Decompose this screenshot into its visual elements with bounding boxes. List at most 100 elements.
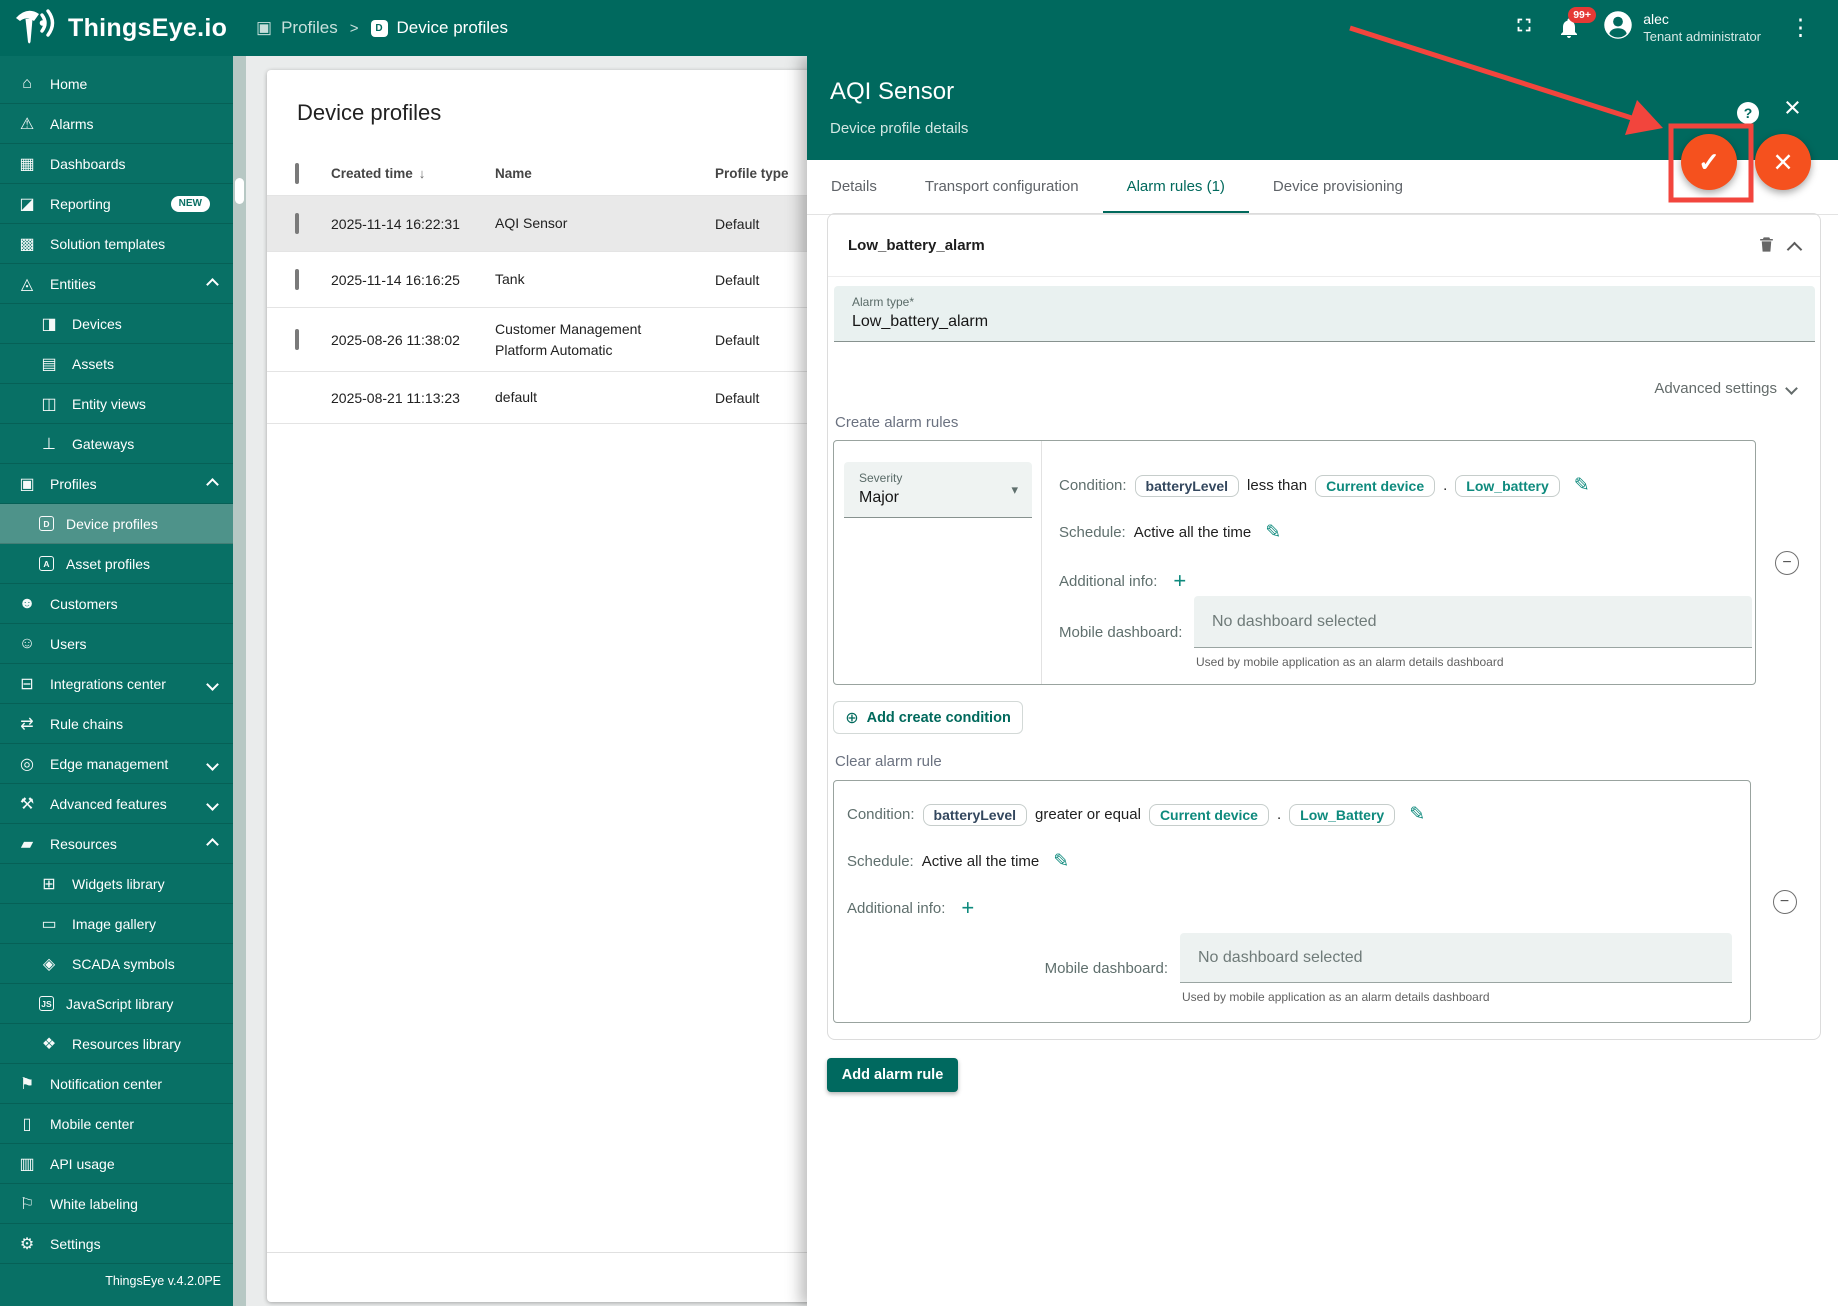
image-gallery-icon: ▭: [39, 914, 59, 934]
edit-schedule-icon[interactable]: ✎: [1265, 521, 1281, 544]
chevron-down-icon: [208, 676, 223, 692]
apply-changes-button[interactable]: ✓: [1681, 134, 1737, 190]
drawer-title: AQI Sensor: [830, 78, 954, 106]
add-create-condition-button[interactable]: ⊕ Add create condition: [833, 701, 1023, 734]
sidebar-item-resources[interactable]: ▰Resources: [0, 824, 233, 864]
edit-schedule-icon[interactable]: ✎: [1053, 850, 1069, 873]
row-checkbox[interactable]: [295, 329, 299, 350]
circle-plus-icon: ⊕: [845, 708, 858, 728]
sidebar-item-widgets-library[interactable]: ⊞Widgets library: [0, 864, 233, 904]
sidebar-item-solution-templates[interactable]: ▩Solution templates: [0, 224, 233, 264]
scrollbar-thumb[interactable]: [235, 178, 244, 204]
row-checkbox[interactable]: [295, 213, 299, 234]
sidebar-item-api-usage[interactable]: ▥API usage: [0, 1144, 233, 1184]
sidebar-item-white-labeling[interactable]: ⚐White labeling: [0, 1184, 233, 1224]
condition-key-chip[interactable]: batteryLevel: [1135, 475, 1239, 497]
add-alarm-rule-button[interactable]: Add alarm rule: [827, 1058, 958, 1092]
alarm-name: Low_battery_alarm: [848, 237, 985, 254]
top-header-bar: ThingsEye.io ▣ Profiles > D Device profi…: [0, 0, 1838, 56]
create-alarm-rules-label: Create alarm rules: [835, 414, 958, 431]
sidebar-item-scada-symbols[interactable]: ◈SCADA symbols: [0, 944, 233, 984]
sidebar-item-integrations-center[interactable]: ⊟Integrations center: [0, 664, 233, 704]
breadcrumb-profiles-link[interactable]: ▣ Profiles: [256, 18, 338, 38]
mobile-dashboard-row: Mobile dashboard: No dashboard selected …: [847, 933, 1750, 1004]
sidebar-item-assets[interactable]: ▤Assets: [0, 344, 233, 384]
sidebar-item-device-profiles[interactable]: DDevice profiles: [0, 504, 233, 544]
remove-create-rule-button[interactable]: −: [1775, 551, 1799, 575]
column-created-time[interactable]: Created time↓: [331, 166, 495, 181]
discard-changes-button[interactable]: ×: [1755, 134, 1811, 190]
add-info-icon[interactable]: +: [1173, 568, 1186, 594]
kebab-menu-icon[interactable]: ⋮: [1783, 16, 1818, 39]
advanced-settings-toggle[interactable]: Advanced settings: [1654, 380, 1796, 397]
breadcrumb-device-profiles[interactable]: D Device profiles: [371, 18, 509, 38]
user-role: Tenant administrator: [1643, 29, 1761, 46]
additional-info-row: Additional info: +: [1059, 568, 1755, 594]
collapse-alarm-icon[interactable]: [1789, 242, 1800, 260]
remove-clear-rule-button[interactable]: −: [1773, 890, 1797, 914]
clear-rule-row: Condition: batteryLevel greater or equal…: [833, 780, 1818, 1023]
help-icon[interactable]: ?: [1737, 102, 1759, 124]
breadcrumb-separator: >: [350, 20, 359, 37]
sidebar-item-resources-library[interactable]: ❖Resources library: [0, 1024, 233, 1064]
severity-select[interactable]: Severity Major ▾: [844, 462, 1032, 518]
tab-details[interactable]: Details: [807, 160, 901, 214]
close-icon[interactable]: ×: [1784, 92, 1801, 125]
select-all-checkbox[interactable]: [295, 163, 299, 184]
sidebar-item-asset-profiles[interactable]: AAsset profiles: [0, 544, 233, 584]
condition-source-chip[interactable]: Current device: [1315, 475, 1435, 497]
dashboard-select-input[interactable]: No dashboard selected: [1194, 596, 1752, 648]
dashboard-select-input[interactable]: No dashboard selected: [1180, 933, 1732, 983]
sidebar-item-entity-views[interactable]: ◫Entity views: [0, 384, 233, 424]
notification-count-badge: 99+: [1568, 7, 1596, 24]
condition-value-chip[interactable]: Low_battery: [1455, 475, 1559, 497]
sidebar-item-customers[interactable]: ☻Customers: [0, 584, 233, 624]
user-menu[interactable]: alec Tenant administrator: [1603, 10, 1761, 45]
sidebar-item-dashboards[interactable]: ▦Dashboards: [0, 144, 233, 184]
home-icon: ⌂: [17, 75, 37, 93]
add-info-icon[interactable]: +: [961, 895, 974, 921]
sidebar-item-alarms[interactable]: ⚠Alarms: [0, 104, 233, 144]
sidebar-item-reporting[interactable]: ◪ReportingNEW: [0, 184, 233, 224]
sidebar-item-notification-center[interactable]: ⚑Notification center: [0, 1064, 233, 1104]
alarm-type-field[interactable]: Alarm type* Low_battery_alarm: [834, 286, 1815, 342]
sidebar-item-rule-chains[interactable]: ⇄Rule chains: [0, 704, 233, 744]
delete-alarm-icon[interactable]: [1757, 234, 1776, 260]
sidebar-item-devices[interactable]: ◨Devices: [0, 304, 233, 344]
column-name[interactable]: Name: [495, 164, 715, 184]
mobile-dashboard-row: Mobile dashboard: No dashboard selected …: [1059, 596, 1755, 669]
condition-source-chip[interactable]: Current device: [1149, 804, 1269, 826]
user-name: alec: [1643, 10, 1761, 28]
alarms-icon: ⚠: [17, 114, 37, 134]
sidebar-item-image-gallery[interactable]: ▭Image gallery: [0, 904, 233, 944]
sidebar-item-entities[interactable]: ◬Entities: [0, 264, 233, 304]
sidebar-item-advanced-features[interactable]: ⚒Advanced features: [0, 784, 233, 824]
edge-management-icon: ◎: [17, 754, 37, 774]
sidebar-item-profiles[interactable]: ▣Profiles: [0, 464, 233, 504]
row-checkbox[interactable]: [295, 269, 299, 290]
app-logo[interactable]: ThingsEye.io: [0, 6, 240, 51]
condition-key-chip[interactable]: batteryLevel: [923, 804, 1027, 826]
sidebar-scrollbar[interactable]: [233, 56, 246, 1306]
sidebar-item-javascript-library[interactable]: JSJavaScript library: [0, 984, 233, 1024]
schedule-row: Schedule: Active all the time ✎: [1059, 521, 1755, 544]
sidebar-item-users[interactable]: ☺Users: [0, 624, 233, 664]
notifications-bell-icon[interactable]: 99+: [1557, 16, 1581, 40]
additional-info-row: Additional info: +: [847, 895, 1750, 921]
header-actions: 99+ alec Tenant administrator ⋮: [1513, 10, 1838, 45]
tab-device-provisioning[interactable]: Device provisioning: [1249, 160, 1427, 214]
sidebar-item-home[interactable]: ⌂Home: [0, 64, 233, 104]
sidebar-item-edge-management[interactable]: ◎Edge management: [0, 744, 233, 784]
fullscreen-icon[interactable]: [1513, 14, 1535, 41]
edit-condition-icon[interactable]: ✎: [1409, 803, 1425, 826]
condition-value-chip[interactable]: Low_Battery: [1289, 804, 1395, 826]
tab-transport-configuration[interactable]: Transport configuration: [901, 160, 1103, 214]
alarm-rule-card: Low_battery_alarm Alarm type* Low_batter…: [827, 213, 1821, 1040]
edit-condition-icon[interactable]: ✎: [1574, 474, 1590, 497]
sidebar-item-mobile-center[interactable]: ▯Mobile center: [0, 1104, 233, 1144]
sidebar-item-gateways[interactable]: ⊥Gateways: [0, 424, 233, 464]
chevron-up-icon: [208, 476, 223, 492]
tab-alarm-rules[interactable]: Alarm rules (1): [1103, 160, 1249, 214]
sidebar-item-settings[interactable]: ⚙Settings: [0, 1224, 233, 1264]
rule-details-column: Condition: batteryLevel less than Curren…: [1042, 441, 1755, 684]
